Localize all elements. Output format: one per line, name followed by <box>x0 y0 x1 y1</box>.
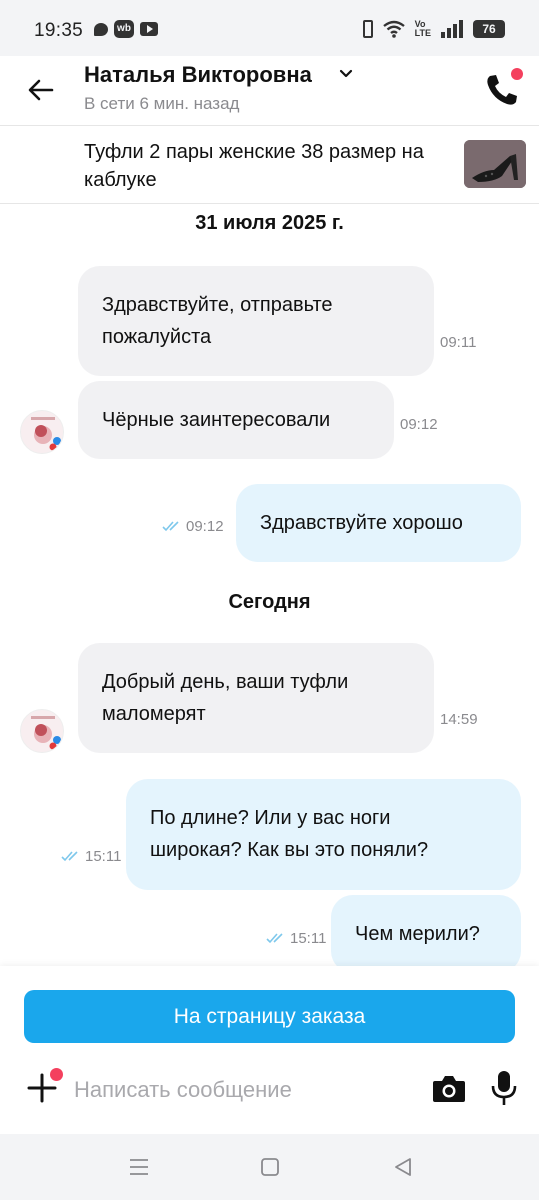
message-time: 15:11 <box>85 848 122 865</box>
read-ticks-icon <box>162 521 179 532</box>
volte-icon: Vo LTE <box>415 20 431 38</box>
message-incoming[interactable]: Чёрные заинтересовали <box>78 381 394 459</box>
vibrate-icon <box>362 20 373 38</box>
message-incoming[interactable]: Здравствуйте, отправьте пожалуйста <box>78 266 434 376</box>
message-time: 09:12 <box>400 416 438 433</box>
chevron-down-icon[interactable] <box>336 64 356 84</box>
system-navigation-bar <box>0 1134 539 1200</box>
message-text-line: пожалуйста <box>102 326 212 348</box>
message-incoming[interactable]: Добрый день, ваши туфли маломерят <box>78 643 434 753</box>
product-title: Туфли 2 пары женские 38 размер на каблук… <box>84 141 424 191</box>
message-time: 15:11 <box>290 930 327 947</box>
wb-app-icon: wb <box>114 20 134 38</box>
read-ticks-icon <box>61 851 78 862</box>
message-outgoing[interactable]: Чем мерили? <box>331 895 521 973</box>
message-time: 09:12 <box>186 518 224 535</box>
call-notification-dot <box>511 68 523 80</box>
contact-online-status: В сети 6 мин. назад <box>84 94 240 113</box>
wifi-icon <box>382 20 405 38</box>
avatar[interactable] <box>20 410 64 454</box>
date-separator: 31 июля 2025 г. <box>195 212 344 234</box>
product-card[interactable]: Туфли 2 пары женские 38 размер на каблук… <box>0 126 539 204</box>
avatar[interactable] <box>20 709 64 753</box>
message-input[interactable] <box>74 1070 414 1110</box>
product-image <box>464 140 526 188</box>
message-outgoing[interactable]: Здравствуйте хорошо <box>236 484 521 562</box>
camera-icon[interactable] <box>432 1072 466 1104</box>
status-bar: 19:35 wb Vo LTE 76 <box>0 0 539 56</box>
contact-name[interactable]: Наталья Викторовна <box>84 62 312 88</box>
microphone-icon[interactable] <box>490 1070 518 1106</box>
date-separator: Сегодня <box>228 591 311 613</box>
home-icon[interactable] <box>259 1156 281 1178</box>
back-arrow-icon[interactable] <box>24 72 60 108</box>
back-icon[interactable] <box>392 1156 414 1178</box>
chat-header: Наталья Викторовна В сети 6 мин. назад <box>0 56 539 126</box>
youtube-icon <box>140 22 158 36</box>
status-system-icons: Vo LTE 76 <box>362 20 505 38</box>
message-text-line: Здравствуйте хорошо <box>260 512 463 534</box>
battery-icon: 76 <box>473 20 505 38</box>
message-text-line: Здравствуйте, отправьте <box>102 294 333 316</box>
status-time: 19:35 <box>34 20 84 41</box>
status-notifications: wb <box>94 20 158 38</box>
chat-notification-icon <box>94 22 108 36</box>
message-text-line: маломерят <box>102 703 206 725</box>
read-ticks-icon <box>266 933 283 944</box>
message-text-line: широкая? Как вы это поняли? <box>150 839 429 861</box>
attach-notification-dot <box>50 1068 63 1081</box>
composer-panel: На страницу заказа <box>0 966 539 1134</box>
message-time: 14:59 <box>440 711 478 728</box>
menu-icon[interactable] <box>128 1156 150 1178</box>
message-text-line: Добрый день, ваши туфли <box>102 671 349 693</box>
message-text-line: Чёрные заинтересовали <box>102 409 331 431</box>
message-outgoing[interactable]: По длине? Или у вас ноги широкая? Как вы… <box>126 779 521 890</box>
message-time: 09:11 <box>440 334 477 351</box>
message-text-line: Чем мерили? <box>355 923 480 945</box>
signal-icon <box>441 20 463 38</box>
order-page-button[interactable]: На страницу заказа <box>24 990 515 1043</box>
volte-bottom-label: LTE <box>414 28 431 38</box>
message-text-line: По длине? Или у вас ноги <box>150 807 391 829</box>
